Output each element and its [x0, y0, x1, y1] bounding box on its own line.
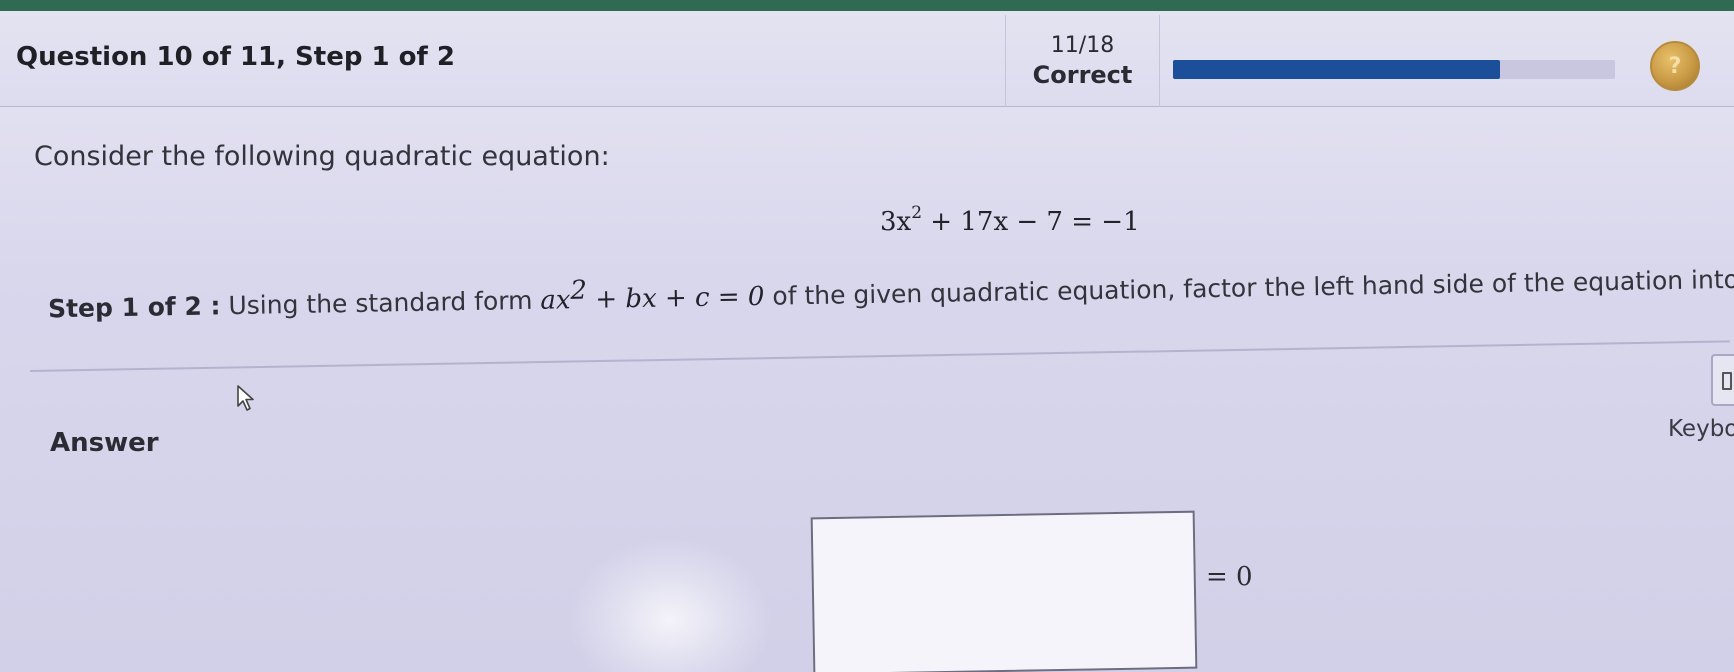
- mouse-pointer-icon: [237, 385, 254, 411]
- score-label: Correct: [1032, 61, 1133, 89]
- keyboard-toggle-button[interactable]: [1711, 354, 1734, 406]
- progress-bar-fill: [1173, 60, 1501, 79]
- equals-zero-label: = 0: [1206, 562, 1253, 592]
- equation-term-a: 3x: [880, 207, 912, 237]
- step-text-before: Using the standard form: [220, 285, 541, 321]
- section-divider: [29, 340, 1730, 372]
- equation-exponent: 2: [911, 203, 923, 223]
- standard-form-term-a: ax: [540, 285, 571, 316]
- step-label: Step 1 of 2 :: [47, 291, 221, 324]
- answer-input-box[interactable]: [810, 510, 1198, 672]
- equation-rest: + 17x − 7 = −1: [922, 207, 1140, 237]
- achievement-coin-icon[interactable]: ?: [1650, 41, 1700, 91]
- quadratic-equation: 3x2 + 17x − 7 = −1: [880, 203, 1140, 237]
- keyboard-icon: [1722, 372, 1732, 390]
- coin-glyph: ?: [1668, 53, 1682, 79]
- answer-label: Answer: [50, 428, 159, 458]
- keyboard-label[interactable]: Keyboa: [1668, 416, 1734, 442]
- score-count: 11/18: [1050, 33, 1115, 58]
- standard-form-exponent: 2: [570, 275, 588, 306]
- step-instructions: Step 1 of 2 : Using the standard form ax…: [47, 256, 1734, 324]
- top-color-strip: [0, 0, 1734, 11]
- screen-glare: [570, 540, 770, 672]
- progress-bar: [1173, 60, 1615, 79]
- question-header: Question 10 of 11, Step 1 of 2 11/18 Cor…: [0, 11, 1734, 107]
- score-panel: 11/18 Correct: [1005, 15, 1160, 107]
- question-title: Question 10 of 11, Step 1 of 2: [16, 42, 455, 72]
- step-text-after: of the given quadratic equation, factor …: [772, 261, 1734, 311]
- problem-intro: Consider the following quadratic equatio…: [34, 141, 610, 172]
- standard-form-rest: + bx + c = 0: [586, 281, 765, 315]
